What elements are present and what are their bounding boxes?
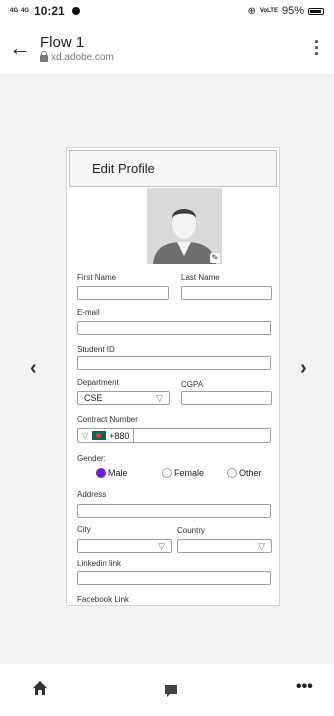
signal-strength-1: 4G: [10, 7, 19, 14]
address-input[interactable]: [77, 504, 271, 518]
clock: 10:21: [34, 4, 65, 18]
page-title: Flow 1: [40, 33, 85, 51]
email-label: E-mail: [77, 308, 100, 317]
email-input[interactable]: [77, 321, 271, 335]
gender-option-male[interactable]: Male: [96, 468, 128, 478]
card-title: Edit Profile: [92, 161, 155, 176]
status-bar: 4G 4G 10:21 ⊕ VoLTE 95%: [0, 0, 334, 22]
phone-code: +880: [109, 429, 135, 442]
radio-empty-icon: [162, 468, 172, 478]
vibrate-icon: ⊕: [247, 5, 256, 17]
cgpa-label: CGPA: [181, 380, 204, 389]
radio-selected-icon: [96, 468, 106, 478]
department-label: Department: [77, 378, 119, 387]
gender-option-other[interactable]: Other: [227, 468, 262, 478]
network-info: VoLTE: [259, 7, 278, 14]
more-icon[interactable]: •••: [296, 678, 313, 696]
battery-percentage: 95%: [281, 5, 304, 17]
linkedin-input[interactable]: [77, 571, 271, 585]
dropdown-triangle-icon: ▽: [156, 393, 163, 403]
gender-option-female[interactable]: Female: [162, 468, 204, 478]
prototype-canvas: ‹ › Edit Profile ✎ First Name Last Name …: [0, 74, 334, 664]
country-select[interactable]: ▽: [177, 539, 272, 553]
student-id-input[interactable]: [77, 356, 271, 370]
page-url: xd.adobe.com: [40, 51, 114, 63]
department-select[interactable]: CSE ▽: [77, 391, 170, 405]
gender-other-label: Other: [239, 468, 262, 478]
contact-number-input[interactable]: ▽ +880: [77, 428, 271, 443]
linkedin-label: Linkedin link: [77, 559, 122, 568]
gender-female-label: Female: [174, 468, 205, 478]
signal-strength-2: 4G: [21, 7, 30, 14]
student-id-label: Student ID: [77, 345, 115, 354]
notification-icon: [71, 7, 80, 15]
back-arrow-icon[interactable]: ←: [0, 35, 40, 61]
chevron-right-icon[interactable]: ›: [300, 357, 307, 380]
country-label: Country: [177, 526, 206, 535]
facebook-label: Facebook Link: [77, 595, 130, 604]
lock-icon: [40, 51, 48, 62]
last-name-input[interactable]: [181, 286, 272, 300]
city-select[interactable]: ▽: [77, 539, 172, 553]
dropdown-triangle-icon[interactable]: ▽: [78, 431, 92, 440]
gender-male-label: Male: [108, 468, 128, 478]
bottom-toolbar: •••: [0, 664, 334, 716]
contact-number-label: Contract Number: [77, 415, 138, 424]
edit-profile-card: Edit Profile ✎ First Name Last Name E-ma…: [66, 147, 280, 606]
home-icon[interactable]: [32, 680, 48, 696]
edit-pencil-icon[interactable]: ✎: [210, 253, 220, 263]
browser-toolbar: ← Flow 1 xd.adobe.com · · ·: [0, 22, 334, 74]
first-name-label: First Name: [77, 273, 117, 282]
department-value: CSE: [84, 393, 103, 403]
first-name-input[interactable]: [77, 286, 169, 300]
bangladesh-flag-icon: [92, 431, 107, 440]
city-label: City: [77, 525, 91, 534]
dropdown-triangle-icon: ▽: [258, 541, 265, 551]
battery-icon: [308, 7, 324, 15]
url-text: xd.adobe.com: [51, 51, 114, 63]
more-options-icon[interactable]: · · ·: [300, 33, 334, 63]
address-label: Address: [77, 490, 107, 499]
chevron-left-icon[interactable]: ‹: [30, 357, 37, 380]
last-name-label: Last Name: [181, 273, 220, 282]
comment-icon[interactable]: [164, 684, 178, 698]
cgpa-input[interactable]: [181, 391, 272, 405]
radio-empty-icon: [227, 468, 237, 478]
card-header: Edit Profile: [69, 150, 277, 187]
gender-label: Gender:: [77, 454, 106, 463]
dropdown-triangle-icon: ▽: [158, 541, 165, 551]
